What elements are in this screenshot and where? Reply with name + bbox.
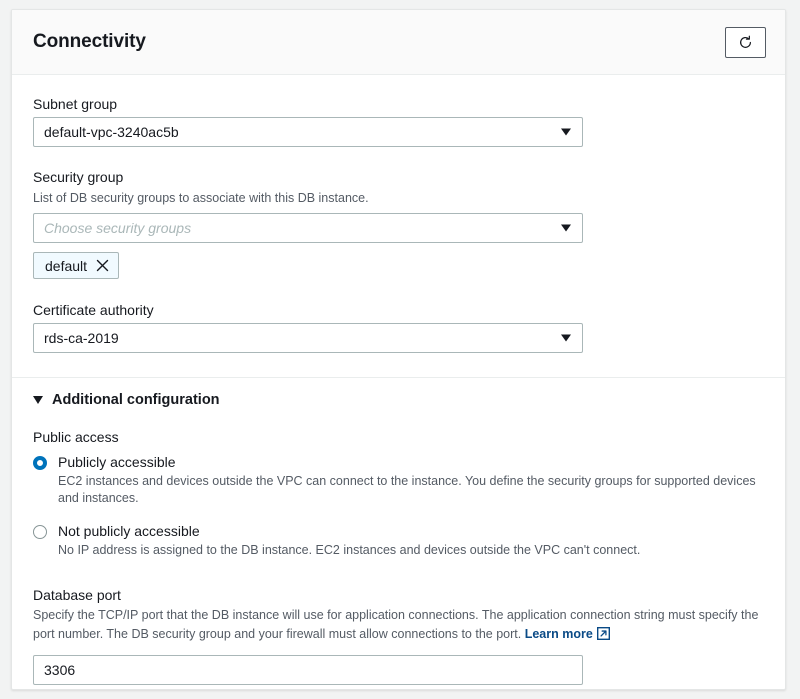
additional-configuration-toggle[interactable]: Additional configuration [33, 378, 764, 408]
radio-not-publicly-accessible-title: Not publicly accessible [58, 523, 200, 539]
security-group-token-list: default [33, 252, 764, 279]
radio-selected-icon [33, 456, 47, 470]
radio-publicly-accessible-title: Publicly accessible [58, 454, 176, 470]
subnet-group-select[interactable]: default-vpc-3240ac5b [33, 117, 583, 147]
token-label: default [45, 257, 88, 274]
security-group-token[interactable]: default [33, 252, 120, 279]
radio-publicly-accessible-description: EC2 instances and devices outside the VP… [58, 474, 756, 505]
panel-body: Subnet group default-vpc-3240ac5b Securi… [12, 75, 785, 353]
learn-more-link[interactable]: Learn more [525, 627, 610, 641]
radio-not-publicly-accessible[interactable]: Not publicly accessible No IP address is… [33, 522, 764, 559]
panel-header: Connectivity [12, 10, 785, 75]
chevron-down-icon [561, 128, 571, 136]
close-icon[interactable] [96, 259, 109, 272]
additional-configuration-label: Additional configuration [52, 392, 220, 408]
certificate-authority-label: Certificate authority [33, 302, 154, 318]
triangle-down-icon [33, 396, 43, 404]
security-group-label: Security group [33, 169, 124, 185]
external-link-icon [596, 627, 610, 646]
chevron-down-icon [561, 334, 571, 342]
subnet-group-label: Subnet group [33, 96, 118, 112]
database-port-field: Database port Specify the TCP/IP port th… [33, 586, 764, 685]
refresh-icon [738, 35, 753, 50]
database-port-description: Specify the TCP/IP port that the DB inst… [33, 606, 764, 646]
subnet-group-value: default-vpc-3240ac5b [44, 124, 179, 140]
additional-configuration-section: Additional configuration Public access P… [12, 378, 785, 685]
connectivity-panel: Connectivity Subnet group default-vpc-32… [11, 9, 786, 690]
database-port-label: Database port [33, 587, 121, 603]
refresh-button[interactable] [725, 26, 766, 58]
security-group-field: Security group List of DB security group… [33, 168, 764, 279]
security-group-placeholder: Choose security groups [44, 220, 192, 236]
security-group-select[interactable]: Choose security groups [33, 213, 583, 243]
public-access-label: Public access [33, 429, 119, 445]
database-port-input[interactable] [33, 655, 583, 685]
certificate-authority-select[interactable]: rds-ca-2019 [33, 323, 583, 353]
learn-more-label: Learn more [524, 627, 593, 641]
security-group-description: List of DB security groups to associate … [33, 191, 369, 205]
certificate-authority-field: Certificate authority rds-ca-2019 [33, 301, 764, 353]
chevron-down-icon [561, 224, 571, 232]
subnet-group-field: Subnet group default-vpc-3240ac5b [33, 95, 764, 147]
radio-not-publicly-accessible-description: No IP address is assigned to the DB inst… [58, 543, 641, 557]
radio-unselected-icon [33, 525, 47, 539]
page-title: Connectivity [33, 31, 146, 52]
certificate-authority-value: rds-ca-2019 [44, 330, 119, 346]
database-port-description-text: Specify the TCP/IP port that the DB inst… [33, 608, 759, 641]
radio-publicly-accessible[interactable]: Publicly accessible EC2 instances and de… [33, 453, 764, 507]
